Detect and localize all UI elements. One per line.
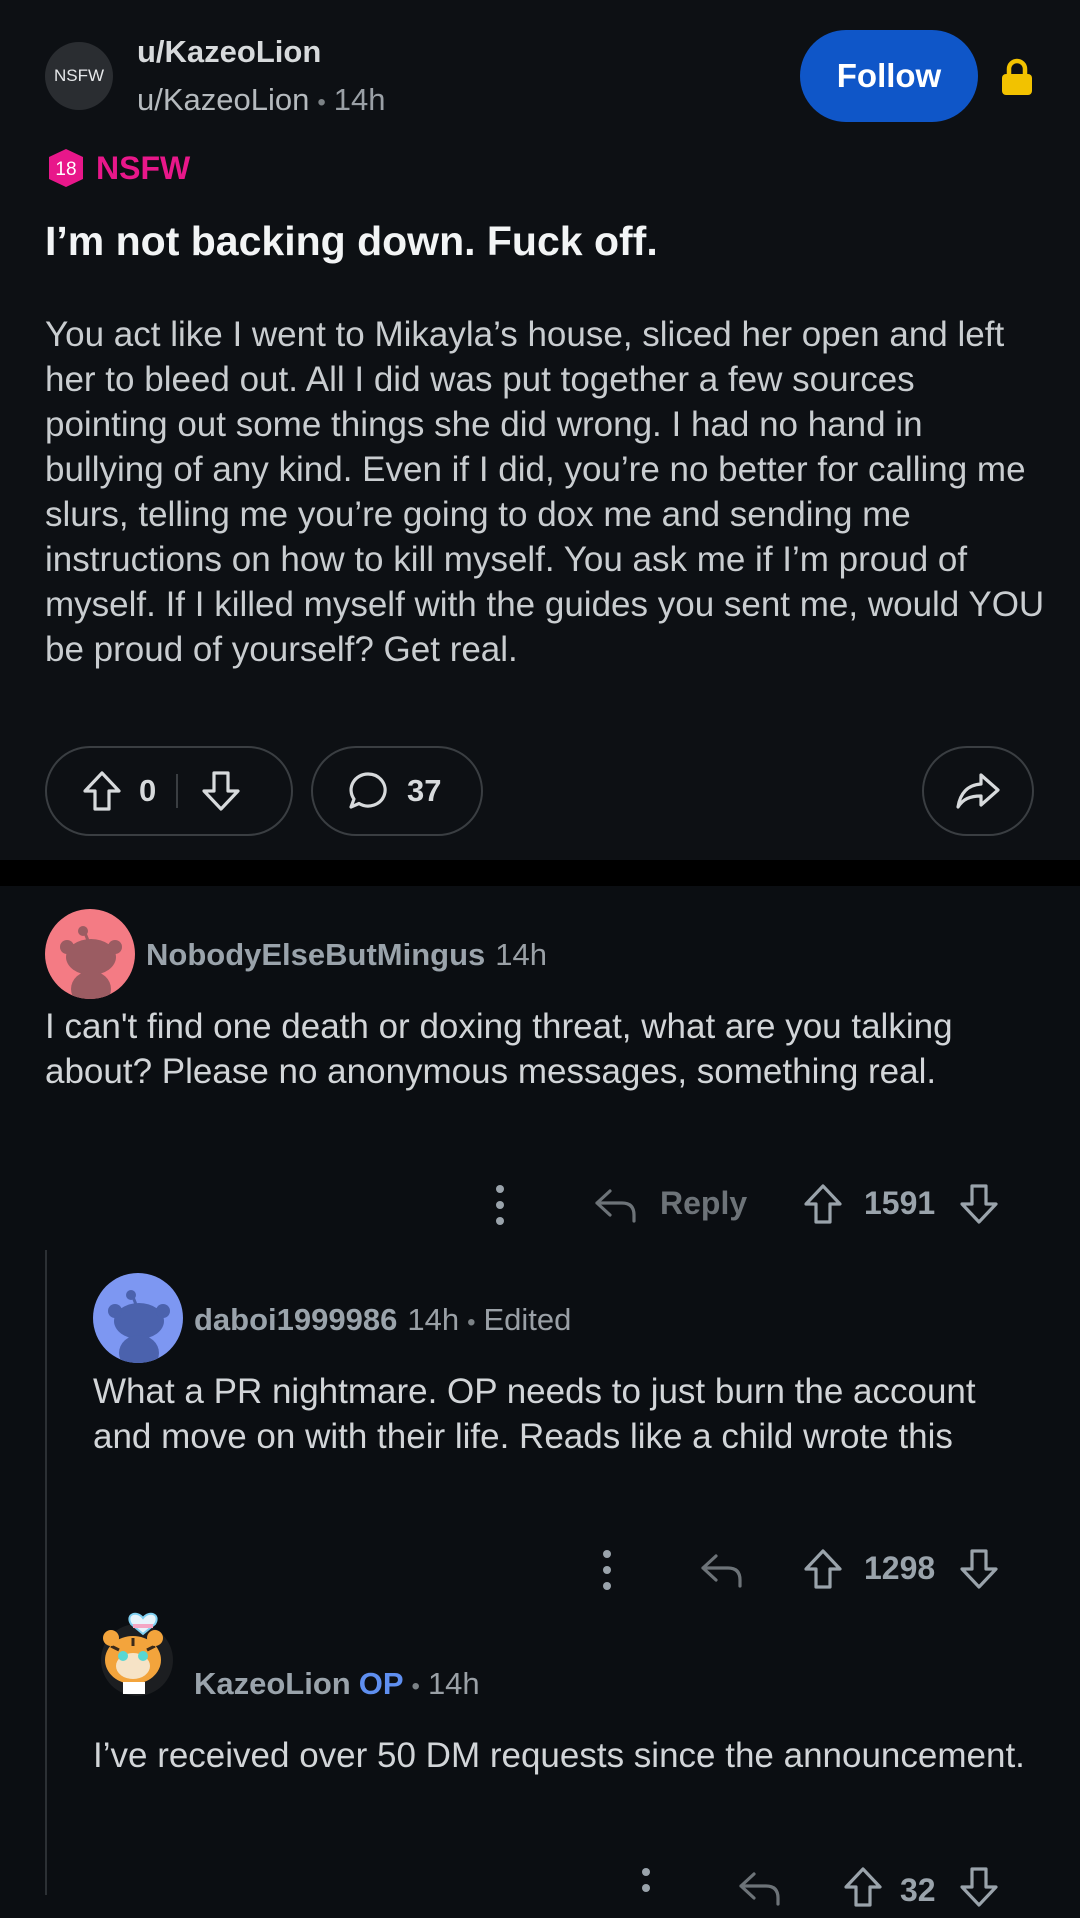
downvote-icon[interactable]	[956, 1546, 1002, 1592]
nsfw-shield-icon: 18	[49, 149, 83, 187]
vote-control: 0	[45, 746, 293, 836]
post-card: NSFW u/KazeoLion u/KazeoLion • 14h Follow …	[0, 0, 1080, 860]
section-divider	[0, 860, 1080, 886]
post-author[interactable]: u/KazeoLion	[137, 82, 309, 117]
post-body: You act like I went to Mikayla’s house, …	[45, 315, 1045, 669]
snoo-avatar-icon	[60, 926, 122, 999]
nsfw-badge: 18 NSFW	[46, 148, 190, 188]
comment-actions: Reply 1591	[480, 1175, 1040, 1235]
comment-time: 14h	[427, 1666, 480, 1701]
post-time: 14h	[333, 82, 386, 117]
more-options-icon[interactable]	[640, 1858, 652, 1918]
comment-author[interactable]: NobodyElseButMingus	[146, 937, 485, 972]
post-score: 0	[139, 773, 157, 808]
comment-author[interactable]: KazeoLion	[194, 1666, 351, 1701]
author-avatar[interactable]: NSFW	[45, 42, 113, 110]
nsfw-label: NSFW	[96, 149, 191, 186]
thread-line[interactable]	[45, 1250, 47, 1895]
share-button[interactable]	[922, 746, 1034, 836]
upvote-icon[interactable]	[800, 1546, 846, 1592]
op-avatar[interactable]	[93, 1596, 193, 1696]
comment-avatar[interactable]	[93, 1273, 183, 1363]
more-options-icon[interactable]	[494, 1175, 506, 1235]
more-options-icon[interactable]	[601, 1540, 613, 1600]
comment-score: 32	[900, 1872, 936, 1908]
upvote-icon[interactable]	[79, 768, 125, 814]
comment-time: 14h	[495, 937, 548, 972]
reply-icon[interactable]	[592, 1183, 638, 1227]
comment-author-line: KazeoLion OP • 14h	[194, 1666, 480, 1702]
comment-icon	[349, 772, 387, 809]
comment-text: I’ve received over 50 DM requests since …	[93, 1736, 1025, 1775]
comment-time: 14h	[407, 1302, 460, 1337]
nsfw-badge-number: 18	[55, 159, 76, 180]
comment-count: 37	[407, 773, 442, 808]
avatar-nsfw-text: NSFW	[53, 66, 105, 85]
tiger-avatar-icon	[101, 1612, 173, 1696]
comment-actions: 1298	[480, 1540, 1040, 1600]
lock-icon	[1002, 58, 1032, 95]
reply-button[interactable]: Reply	[660, 1185, 747, 1222]
share-icon	[956, 773, 1000, 809]
comment-text: I can't find one death or doxing threat,…	[45, 1007, 953, 1091]
meta-separator: •	[317, 89, 326, 116]
upvote-icon[interactable]	[800, 1181, 846, 1227]
follow-button[interactable]: Follow	[800, 30, 978, 122]
reply-icon[interactable]	[736, 1866, 782, 1910]
comment-score: 1591	[864, 1185, 936, 1221]
comments-button[interactable]: 37	[311, 746, 483, 836]
reply-icon[interactable]	[698, 1548, 744, 1592]
comment-author[interactable]: daboi1999986	[194, 1302, 397, 1337]
meta-separator: •	[467, 1309, 476, 1336]
snoo-avatar-icon	[108, 1290, 170, 1363]
downvote-icon[interactable]	[956, 1181, 1002, 1227]
downvote-icon[interactable]	[956, 1864, 1002, 1910]
upvote-icon[interactable]	[840, 1864, 886, 1910]
op-badge: OP	[358, 1666, 404, 1701]
comment-author-line: daboi1999986 14h • Edited	[194, 1302, 571, 1338]
comment-avatar[interactable]	[45, 909, 135, 999]
comment-score: 1298	[864, 1550, 936, 1586]
subreddit-name[interactable]: u/KazeoLion	[137, 34, 321, 70]
comment-author-line: NobodyElseButMingus 14h	[146, 937, 547, 973]
post-title[interactable]: I’m not backing down. Fuck off.	[45, 218, 658, 265]
meta-separator: •	[411, 1673, 420, 1700]
downvote-icon[interactable]	[198, 768, 244, 814]
edited-label: Edited	[483, 1302, 572, 1337]
comment-actions: 32	[480, 1858, 1040, 1918]
post-meta: u/KazeoLion • 14h	[137, 82, 386, 118]
vote-divider	[176, 774, 179, 808]
comment-text: What a PR nightmare. OP needs to just bu…	[93, 1372, 976, 1456]
